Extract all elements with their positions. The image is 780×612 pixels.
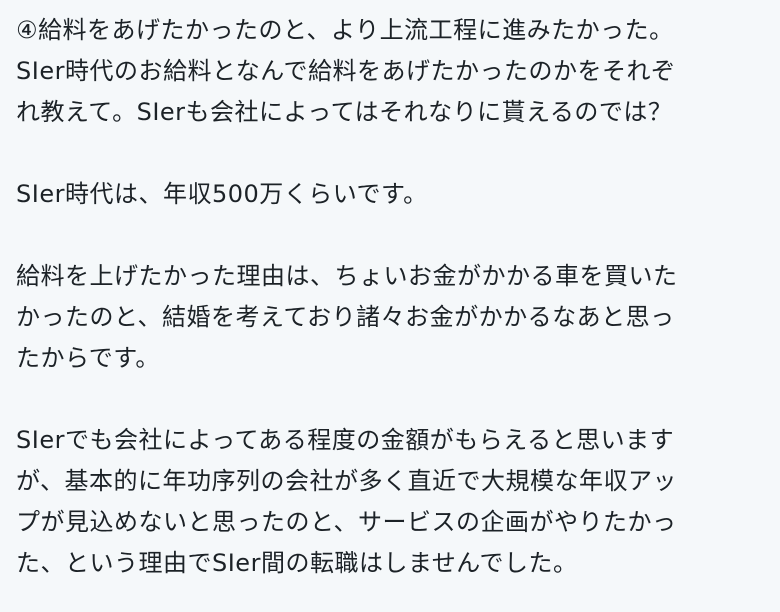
salary-paragraph: SIer時代は、年収500万くらいです。 bbox=[16, 174, 780, 215]
text-line: SIer時代のお給料となんで給料をあげたかったのかをそれぞ bbox=[16, 57, 676, 85]
text-line: ④給料をあげたかったのと、より上流工程に進みたかった。 bbox=[16, 16, 674, 44]
article-body: ④給料をあげたかったのと、より上流工程に進みたかった。 SIer時代のお給料とな… bbox=[0, 0, 780, 584]
sier-paragraph: SIerでも会社によってある程度の金額がもらえると思います が、基本的に年功序列… bbox=[16, 420, 780, 584]
text-line: たからです。 bbox=[16, 344, 160, 372]
text-line: 給料を上げたかった理由は、ちょいお金がかかる車を買いた bbox=[16, 262, 678, 290]
text-line: かったのと、結婚を考えており諸々お金がかかるなあと思っ bbox=[16, 303, 675, 331]
text-line: プが見込めないと思ったのと、サービスの企画がやりたかっ bbox=[16, 508, 677, 536]
text-line: SIer時代は、年収500万くらいです。 bbox=[16, 180, 428, 208]
text-line: れ教えて。SIerも会社によってはそれなりに貰えるのでは？ bbox=[16, 98, 673, 126]
text-line: た、という理由でSIer間の転職はしませんでした。 bbox=[16, 549, 578, 577]
text-line: SIerでも会社によってある程度の金額がもらえると思います bbox=[16, 426, 675, 454]
reason-paragraph: 給料を上げたかった理由は、ちょいお金がかかる車を買いた かったのと、結婚を考えて… bbox=[16, 256, 780, 379]
question-paragraph: ④給料をあげたかったのと、より上流工程に進みたかった。 SIer時代のお給料とな… bbox=[16, 10, 780, 133]
text-line: が、基本的に年功序列の会社が多く直近で大規模な年収アッ bbox=[16, 467, 678, 495]
